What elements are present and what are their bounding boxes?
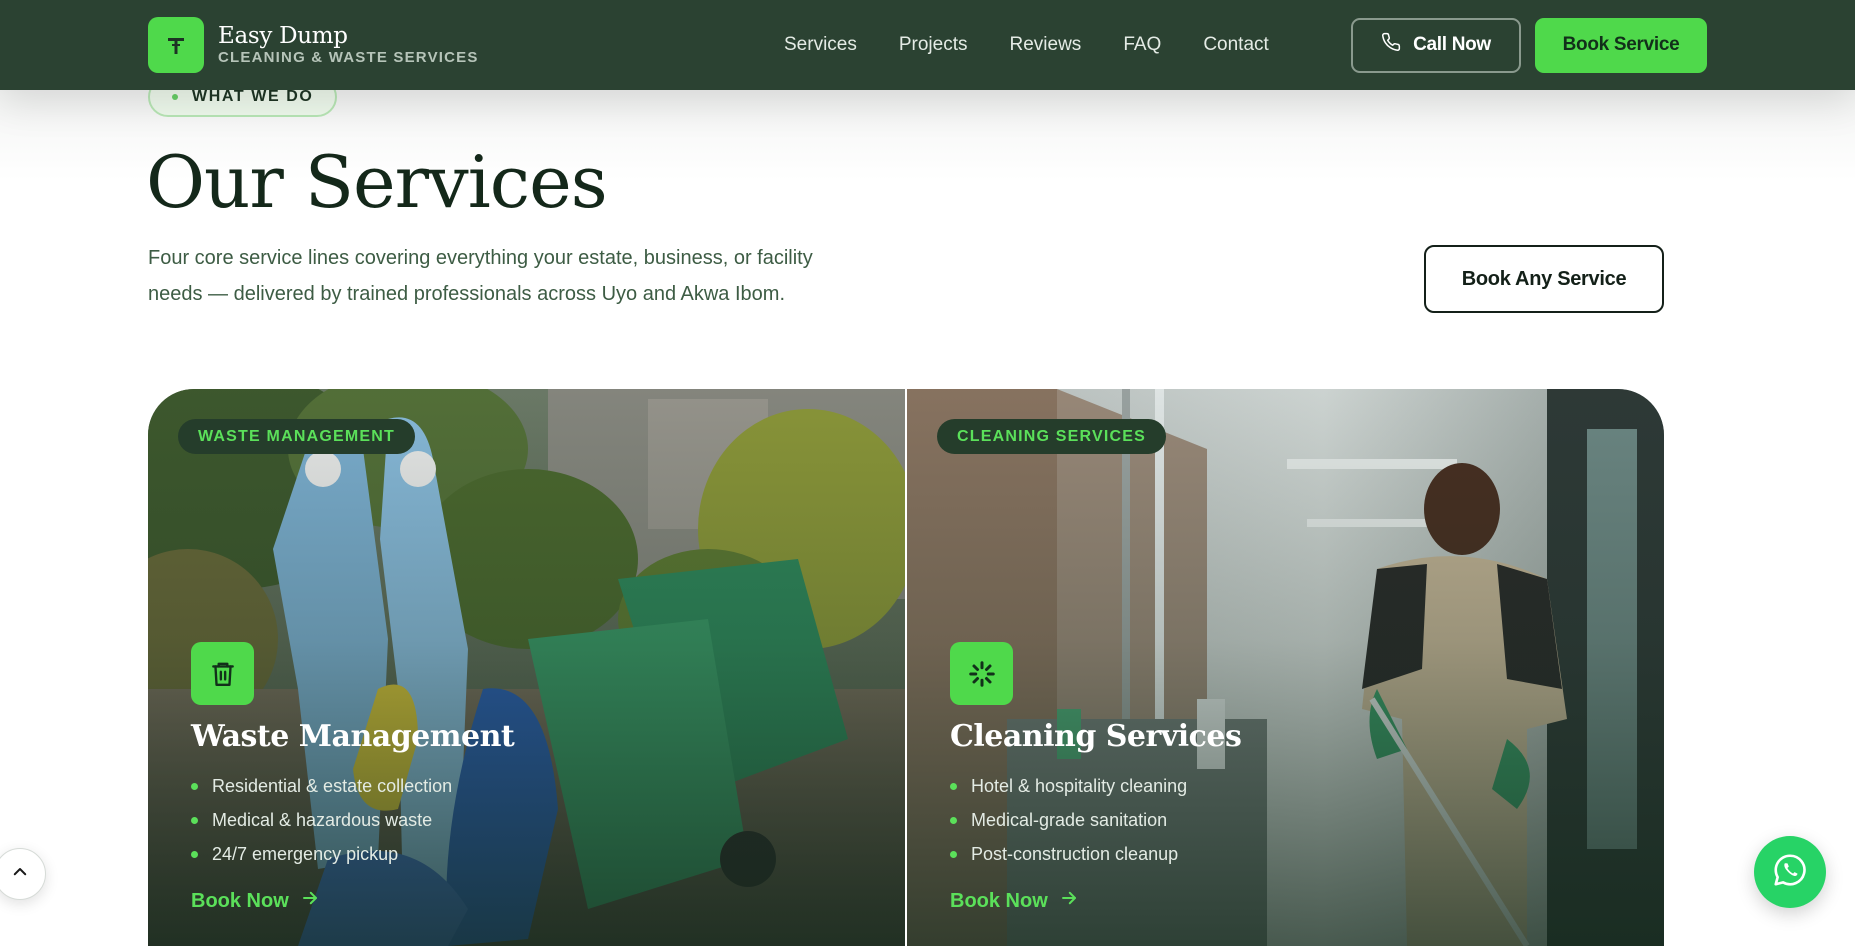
service-cards: WASTE MANAGEMENT Waste Management Reside…	[148, 389, 1664, 946]
book-service-button[interactable]: Book Service	[1535, 17, 1707, 73]
whatsapp-icon	[1771, 851, 1809, 893]
section-description: Four core service lines covering everyth…	[148, 247, 813, 305]
nav-link-projects[interactable]: Projects	[878, 34, 989, 56]
service-card-waste[interactable]: WASTE MANAGEMENT Waste Management Reside…	[148, 389, 905, 946]
list-item: Medical-grade sanitation	[950, 803, 1187, 837]
navbar: Easy Dump CLEANING & WASTE SERVICES Serv…	[0, 0, 1855, 90]
card-feature-list: Residential & estate collection Medical …	[191, 769, 452, 871]
card-tag: WASTE MANAGEMENT	[178, 419, 415, 454]
service-card-cleaning[interactable]: CLEANING SERVICES Cleaning Services Hote…	[907, 389, 1664, 946]
arrow-right-icon	[1060, 889, 1078, 913]
card-feature-list: Hotel & hospitality cleaning Medical-gra…	[950, 769, 1187, 871]
bullet-icon	[191, 850, 198, 858]
whatsapp-button[interactable]	[1754, 836, 1826, 908]
sparkle-icon	[950, 642, 1013, 705]
list-item-text: Medical-grade sanitation	[971, 809, 1168, 830]
list-item: Medical & hazardous waste	[191, 803, 452, 837]
list-item-text: Hotel & hospitality cleaning	[971, 775, 1188, 796]
book-now-link[interactable]: Book Now	[191, 889, 319, 913]
section-title: Our Services	[146, 140, 608, 224]
logo-icon	[148, 17, 204, 73]
arrow-right-icon	[301, 889, 319, 913]
book-now-link[interactable]: Book Now	[950, 889, 1078, 913]
book-now-label: Book Now	[950, 889, 1048, 912]
phone-icon	[1381, 32, 1401, 58]
book-now-label: Book Now	[191, 889, 289, 912]
list-item-text: Post-construction cleanup	[971, 843, 1179, 864]
brand[interactable]: Easy Dump CLEANING & WASTE SERVICES	[148, 17, 628, 73]
bullet-icon	[950, 850, 957, 858]
list-item: 24/7 emergency pickup	[191, 837, 452, 871]
call-now-label: Call Now	[1413, 34, 1491, 55]
bullet-icon	[191, 782, 198, 790]
list-item-text: Medical & hazardous waste	[212, 809, 433, 830]
chevron-up-icon	[11, 863, 29, 885]
scroll-to-top-button[interactable]	[0, 848, 46, 900]
main-nav: Services Projects Reviews FAQ Contact	[763, 34, 1290, 56]
card-title: Cleaning Services	[950, 719, 1242, 754]
bullet-icon	[950, 816, 957, 824]
nav-link-faq[interactable]: FAQ	[1102, 34, 1182, 56]
list-item: Post-construction cleanup	[950, 837, 1187, 871]
bullet-icon	[950, 782, 957, 790]
list-item: Hotel & hospitality cleaning	[950, 769, 1187, 803]
card-tag: CLEANING SERVICES	[937, 419, 1167, 454]
nav-link-services[interactable]: Services	[763, 34, 878, 56]
call-now-button[interactable]: Call Now	[1351, 17, 1521, 73]
nav-link-contact[interactable]: Contact	[1182, 34, 1289, 56]
list-item-text: Residential & estate collection	[212, 775, 453, 796]
card-title: Waste Management	[191, 719, 515, 754]
book-any-service-button[interactable]: Book Any Service	[1424, 245, 1664, 313]
list-item-text: 24/7 emergency pickup	[212, 843, 399, 864]
bullet-icon	[191, 816, 198, 824]
eyebrow-label: WHAT WE DO	[192, 88, 314, 105]
nav-link-reviews[interactable]: Reviews	[989, 34, 1103, 56]
brand-tagline: CLEANING & WASTE SERVICES	[218, 49, 479, 66]
eyebrow-dot-icon	[172, 94, 178, 100]
list-item: Residential & estate collection	[191, 769, 452, 803]
brand-name: Easy Dump	[218, 23, 348, 49]
trash-icon	[191, 642, 254, 705]
